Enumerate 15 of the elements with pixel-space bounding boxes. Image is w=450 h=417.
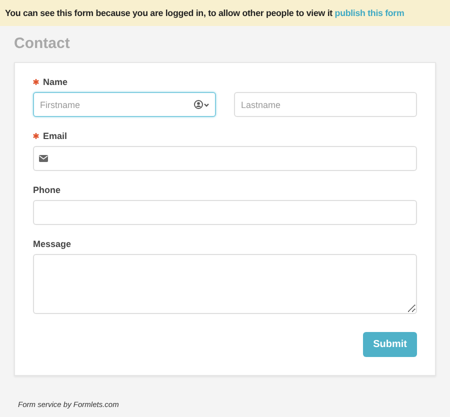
field-label: Email xyxy=(43,131,68,141)
input-field[interactable]: Lastname xyxy=(234,92,417,117)
input-field[interactable]: Firstname xyxy=(33,92,216,117)
form-title: Contact xyxy=(14,35,71,52)
login-notice: You can see this form because you are logged in, to allow other people to view it publish this form xyxy=(0,0,450,26)
message-field[interactable] xyxy=(33,254,417,314)
input-field[interactable] xyxy=(33,200,417,225)
contact-dropdown-icon[interactable] xyxy=(194,100,210,109)
field-label: Name xyxy=(43,77,68,87)
envelope-icon xyxy=(39,155,48,162)
field-label: Phone xyxy=(33,185,61,195)
publish-link[interactable]: publish this form xyxy=(334,8,404,18)
field-label: Message xyxy=(33,239,72,249)
submit-button[interactable]: Submit xyxy=(363,332,417,357)
input-field[interactable] xyxy=(33,146,417,171)
